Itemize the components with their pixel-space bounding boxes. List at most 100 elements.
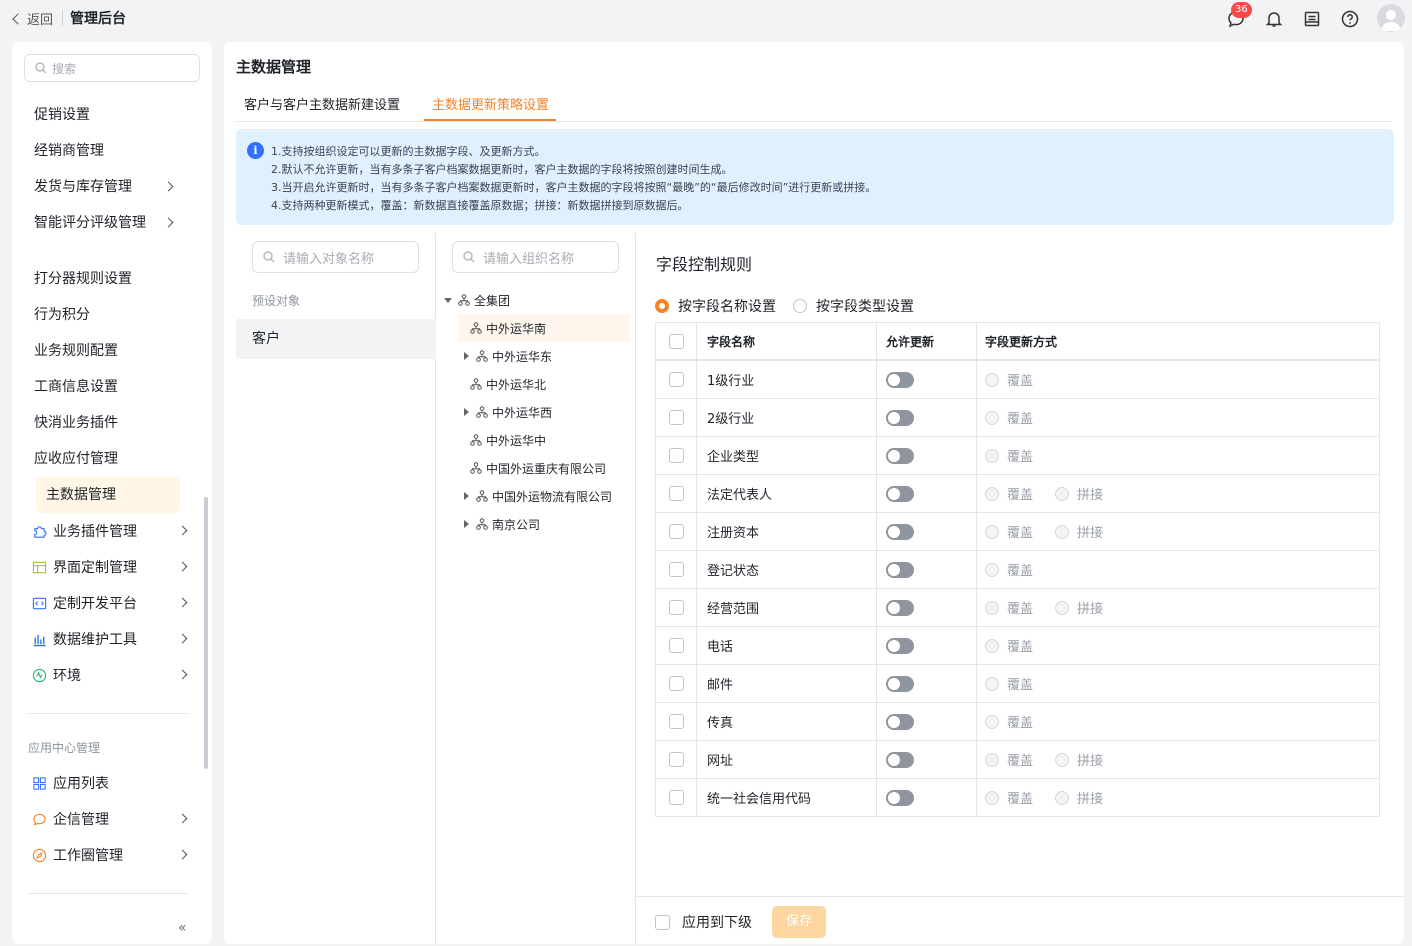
mode-by-field-type-radio[interactable]: 按字段类型设置 (793, 296, 914, 316)
update-mode-label: 覆盖 (1007, 754, 1034, 769)
avatar[interactable] (1377, 4, 1405, 32)
update-mode-option[interactable]: 覆盖 (985, 522, 1033, 541)
tab-update-strategy[interactable]: 主数据更新策略设置 (432, 94, 549, 122)
tree-node[interactable]: 中外运华中 (470, 430, 546, 450)
sidebar-item-business-info[interactable]: 工商信息设置 (34, 377, 180, 397)
tree-node-label: 中外运华北 (486, 377, 547, 392)
sidebar-item-scoring[interactable]: 智能评分评级管理 (34, 213, 174, 233)
update-mode-option[interactable]: 覆盖 (985, 598, 1033, 617)
tree-node[interactable]: 南京公司 (464, 514, 540, 534)
update-mode-option[interactable]: 覆盖 (985, 560, 1033, 579)
tab-new-master-data[interactable]: 客户与客户主数据新建设置 (244, 94, 400, 122)
update-mode-option[interactable]: 覆盖 (985, 788, 1033, 807)
row-checkbox[interactable] (668, 486, 684, 501)
sidebar-item-business-rules[interactable]: 业务规则配置 (34, 341, 180, 361)
row-checkbox[interactable] (668, 448, 684, 463)
tree-node[interactable]: 中外运华东 (464, 346, 552, 366)
update-mode-option[interactable]: 覆盖 (985, 712, 1033, 731)
row-checkbox[interactable] (668, 714, 684, 729)
update-mode-option[interactable]: 覆盖 (985, 636, 1033, 655)
back-label: 返回 (27, 13, 54, 28)
update-mode-label: 覆盖 (1007, 526, 1034, 541)
sidebar-item-workcircle[interactable]: 工作圈管理 (32, 845, 188, 865)
apply-to-children-checkbox[interactable]: 应用到下级 (655, 912, 752, 932)
row-checkbox[interactable] (668, 410, 684, 425)
select-all-checkbox[interactable] (668, 333, 684, 349)
allow-update-toggle[interactable] (886, 371, 914, 388)
collapse-sidebar-icon[interactable]: « (178, 920, 187, 936)
sidebar-item-promotion[interactable]: 促销设置 (34, 105, 180, 125)
tree-node[interactable]: 中国外运物流有限公司 (464, 486, 612, 506)
allow-update-toggle[interactable] (886, 409, 914, 426)
field-name: 邮件 (697, 665, 877, 702)
allow-update-toggle[interactable] (886, 789, 914, 806)
row-checkbox[interactable] (668, 562, 684, 577)
sidebar-group-ui-custom[interactable]: 界面定制管理 (32, 557, 188, 577)
save-button[interactable]: 保存 (772, 906, 826, 938)
tree-node-root[interactable]: 全集团 (444, 290, 510, 310)
update-mode-option[interactable]: 覆盖 (985, 446, 1033, 465)
row-checkbox[interactable] (668, 790, 684, 805)
inbox-icon[interactable] (1302, 9, 1322, 29)
allow-update-toggle[interactable] (886, 637, 914, 654)
tree-node[interactable]: 中外运华南 (470, 318, 546, 338)
update-mode-option[interactable]: 拼接 (1055, 598, 1103, 617)
update-mode-option[interactable]: 覆盖 (985, 370, 1033, 389)
sidebar-item-app-list[interactable]: 应用列表 (32, 773, 188, 793)
sidebar-item-shipping[interactable]: 发货与库存管理 (34, 177, 180, 197)
row-checkbox[interactable] (668, 638, 684, 653)
update-mode-option[interactable]: 覆盖 (985, 750, 1033, 769)
update-mode-cell: 覆盖 (977, 703, 1379, 740)
update-mode-option[interactable]: 拼接 (1055, 484, 1103, 503)
bell-icon[interactable] (1264, 9, 1284, 29)
row-checkbox[interactable] (668, 524, 684, 539)
mode-by-field-name-radio[interactable]: 按字段名称设置 (655, 296, 776, 316)
tree-node[interactable]: 中外运华西 (464, 402, 552, 422)
tree-node[interactable]: 中外运华北 (470, 374, 546, 394)
row-select-cell (656, 399, 697, 436)
allow-update-toggle[interactable] (886, 675, 914, 692)
allow-update-toggle[interactable] (886, 523, 914, 540)
sidebar-item-master-data[interactable]: 主数据管理 (36, 477, 180, 513)
radio-unchecked-icon (1055, 524, 1070, 539)
update-mode-option[interactable]: 覆盖 (985, 484, 1033, 503)
back-button[interactable]: 返回 (12, 9, 54, 28)
update-mode-option[interactable]: 覆盖 (985, 408, 1033, 427)
tree-node-label: 全集团 (474, 293, 511, 308)
allow-update-cell (877, 779, 977, 816)
sidebar-item-scorer-rules[interactable]: 打分器规则设置 (34, 269, 180, 289)
update-mode-label: 覆盖 (1007, 450, 1034, 465)
update-mode-option[interactable]: 覆盖 (985, 674, 1033, 693)
allow-update-toggle[interactable] (886, 561, 914, 578)
update-mode-option[interactable]: 拼接 (1055, 788, 1103, 807)
allow-update-toggle[interactable] (886, 751, 914, 768)
org-icon (476, 406, 488, 418)
row-checkbox[interactable] (668, 752, 684, 767)
row-checkbox[interactable] (668, 676, 684, 691)
help-icon[interactable] (1340, 9, 1360, 29)
org-search-input[interactable]: 请输入组织名称 (452, 241, 619, 273)
object-item-customer[interactable]: 客户 (236, 319, 436, 359)
table-row: 1级行业 覆盖 (656, 361, 1379, 399)
update-mode-option[interactable]: 拼接 (1055, 750, 1103, 769)
update-mode-option[interactable]: 拼接 (1055, 522, 1103, 541)
sidebar-item-receivable[interactable]: 应收应付管理 (34, 449, 180, 469)
object-search-input[interactable]: 请输入对象名称 (252, 241, 419, 273)
sidebar-group-plugins[interactable]: 业务插件管理 (32, 521, 188, 541)
sidebar-group-data-tools[interactable]: 数据维护工具 (32, 629, 188, 649)
sidebar-item-fmcg-plugin[interactable]: 快消业务插件 (34, 413, 180, 433)
sidebar-group-dev-platform[interactable]: 定制开发平台 (32, 593, 188, 613)
sidebar-group-environment[interactable]: 环境 (32, 665, 188, 685)
sidebar-scrollbar[interactable] (204, 497, 208, 769)
sidebar-search-input[interactable]: 搜索 (24, 54, 200, 82)
row-checkbox[interactable] (668, 600, 684, 615)
allow-update-toggle[interactable] (886, 599, 914, 616)
allow-update-toggle[interactable] (886, 713, 914, 730)
allow-update-toggle[interactable] (886, 485, 914, 502)
sidebar-item-dealer[interactable]: 经销商管理 (34, 141, 180, 161)
sidebar-item-points[interactable]: 行为积分 (34, 305, 180, 325)
row-checkbox[interactable] (668, 372, 684, 387)
allow-update-toggle[interactable] (886, 447, 914, 464)
sidebar-item-enterprise-msg[interactable]: 企信管理 (32, 809, 188, 829)
tree-node[interactable]: 中国外运重庆有限公司 (470, 458, 606, 478)
